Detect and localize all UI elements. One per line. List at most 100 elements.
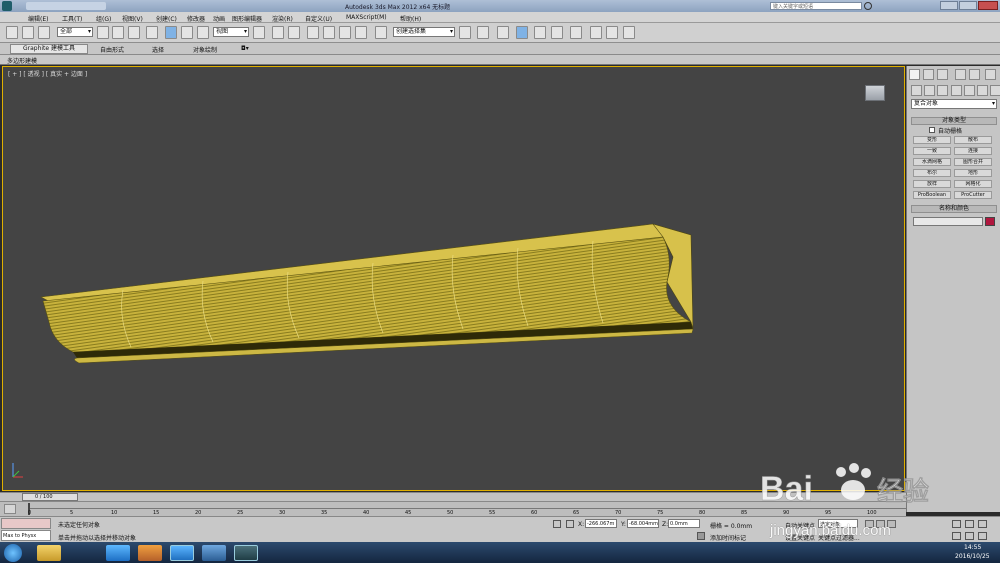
object-color-swatch[interactable] <box>985 217 995 226</box>
tab-object-paint[interactable]: 对象绘制 <box>193 45 217 54</box>
bind-space-warp-icon[interactable] <box>38 26 50 39</box>
cameras-category-icon[interactable] <box>951 85 962 96</box>
menu-tools[interactable]: 工具(T) <box>62 14 82 23</box>
unlink-icon[interactable] <box>22 26 34 39</box>
select-by-name-icon[interactable] <box>112 26 124 39</box>
ribbon-options-icon[interactable]: ◘▾ <box>241 45 249 52</box>
pan-icon[interactable] <box>965 532 974 540</box>
mesher-button[interactable]: 网格化 <box>954 180 992 188</box>
maximize-button[interactable] <box>959 1 977 10</box>
object-category-dropdown[interactable]: 复合对象 <box>911 99 997 109</box>
conform-button[interactable]: 一致 <box>913 147 951 155</box>
align-icon[interactable] <box>477 26 489 39</box>
max-to-physx-field[interactable]: Max to Physx <box>1 530 51 541</box>
search-icon[interactable] <box>864 2 872 10</box>
geometry-category-icon[interactable] <box>911 85 922 96</box>
motion-tab-icon[interactable] <box>955 69 966 80</box>
link-icon[interactable] <box>6 26 18 39</box>
zoom-icon[interactable] <box>952 520 961 528</box>
menu-views[interactable]: 视图(V) <box>122 14 143 23</box>
boolean-button[interactable]: 布尔 <box>913 169 951 177</box>
menu-animation[interactable]: 动画 <box>213 14 225 23</box>
start-button-icon[interactable] <box>4 544 22 562</box>
menu-rendering[interactable]: 渲染(R) <box>272 14 293 23</box>
autogrid-checkbox[interactable] <box>929 127 935 133</box>
selection-filter-dropdown[interactable]: 全部 <box>57 27 93 37</box>
selection-region-icon[interactable] <box>128 26 140 39</box>
orbit-icon[interactable] <box>952 532 961 540</box>
tab-freeform[interactable]: 自由形式 <box>100 45 124 54</box>
object-name-field[interactable] <box>913 217 983 226</box>
absolute-mode-icon[interactable] <box>566 520 574 528</box>
menu-create[interactable]: 创建(C) <box>156 14 177 23</box>
helpers-category-icon[interactable] <box>964 85 975 96</box>
edit-named-selection-icon[interactable] <box>375 26 387 39</box>
taskbar-app-icon[interactable] <box>138 545 162 561</box>
polygon-modeling-label[interactable]: 多边形建模 <box>7 56 37 65</box>
shapes-category-icon[interactable] <box>924 85 935 96</box>
named-selection-dropdown[interactable]: 创建选择集 <box>393 27 455 37</box>
maximize-viewport-icon[interactable] <box>978 532 987 540</box>
tab-selection[interactable]: 选择 <box>152 45 164 54</box>
systems-category-icon[interactable] <box>990 85 1000 96</box>
keyboard-shortcut-override-icon[interactable] <box>288 26 300 39</box>
utilities-tab-icon[interactable] <box>985 69 996 80</box>
molding-object[interactable] <box>3 67 906 492</box>
shapemerge-button[interactable]: 图形合并 <box>954 158 992 166</box>
create-tab-icon[interactable] <box>909 69 920 80</box>
pivot-center-icon[interactable] <box>253 26 265 39</box>
menu-graph-editors[interactable]: 图形编辑器 <box>232 14 262 23</box>
taskbar-ie-icon[interactable] <box>106 545 130 561</box>
time-tag-icon[interactable] <box>697 532 705 540</box>
lights-category-icon[interactable] <box>937 85 948 96</box>
tab-graphite-modeling[interactable]: Graphite 建模工具 <box>10 44 88 54</box>
morph-button[interactable]: 变形 <box>913 136 951 144</box>
loft-button[interactable]: 放样 <box>913 180 951 188</box>
proboolean-button[interactable]: ProBoolean <box>913 191 951 199</box>
rollout-name-and-color[interactable]: 名称和颜色 <box>911 205 997 213</box>
modify-tab-icon[interactable] <box>923 69 934 80</box>
menu-customize[interactable]: 自定义(U) <box>305 14 332 23</box>
add-time-tag[interactable]: 添加时间标记 <box>710 533 746 542</box>
menu-modifiers[interactable]: 修改器 <box>187 14 205 23</box>
scatter-button[interactable]: 散布 <box>954 136 992 144</box>
maxscript-listener-mini[interactable] <box>1 518 51 529</box>
menu-maxscript[interactable]: MAXScript(M) <box>346 14 387 21</box>
schematic-view-icon[interactable] <box>551 26 563 39</box>
taskbar-3dsmax-icon[interactable] <box>234 545 258 561</box>
track-view-icon[interactable] <box>4 504 16 514</box>
taskbar-sogou-icon[interactable] <box>170 545 194 561</box>
zoom-all-icon[interactable] <box>965 520 974 528</box>
menu-help[interactable]: 帮助(H) <box>400 14 421 23</box>
mirror-icon[interactable] <box>459 26 471 39</box>
select-object-icon[interactable] <box>97 26 109 39</box>
percent-snap-icon[interactable] <box>339 26 351 39</box>
select-and-move-icon[interactable] <box>165 26 177 39</box>
hierarchy-tab-icon[interactable] <box>937 69 948 80</box>
app-logo-icon[interactable] <box>2 1 12 11</box>
layer-manager-icon[interactable] <box>497 26 509 39</box>
window-crossing-icon[interactable] <box>146 26 158 39</box>
connect-button[interactable]: 连接 <box>954 147 992 155</box>
rendered-frame-window-icon[interactable] <box>606 26 618 39</box>
render-setup-icon[interactable] <box>590 26 602 39</box>
space-warps-category-icon[interactable] <box>977 85 988 96</box>
quick-access-toolbar[interactable] <box>26 2 106 10</box>
menu-group[interactable]: 组(G) <box>96 14 111 23</box>
z-coordinate-field[interactable]: 0.0mm <box>668 519 700 528</box>
angle-snap-icon[interactable] <box>323 26 335 39</box>
curve-editor-icon[interactable] <box>534 26 546 39</box>
select-and-manipulate-icon[interactable] <box>272 26 284 39</box>
render-production-icon[interactable] <box>623 26 635 39</box>
terrain-button[interactable]: 地形 <box>954 169 992 177</box>
x-coordinate-field[interactable]: -266.067m <box>585 519 617 528</box>
graphite-toggle-icon[interactable] <box>516 26 528 39</box>
blobmesh-button[interactable]: 水滴网格 <box>913 158 951 166</box>
minimize-button[interactable] <box>940 1 958 10</box>
menu-edit[interactable]: 编辑(E) <box>28 14 48 23</box>
clock-time[interactable]: 14:55 <box>964 544 981 551</box>
taskbar-explorer-icon[interactable] <box>37 545 61 561</box>
perspective-viewport[interactable]: [ + ] [ 透视 ] [ 真实 + 边面 ] <box>2 66 1000 492</box>
reference-coordinate-dropdown[interactable]: 视图 <box>213 27 249 37</box>
display-tab-icon[interactable] <box>969 69 980 80</box>
